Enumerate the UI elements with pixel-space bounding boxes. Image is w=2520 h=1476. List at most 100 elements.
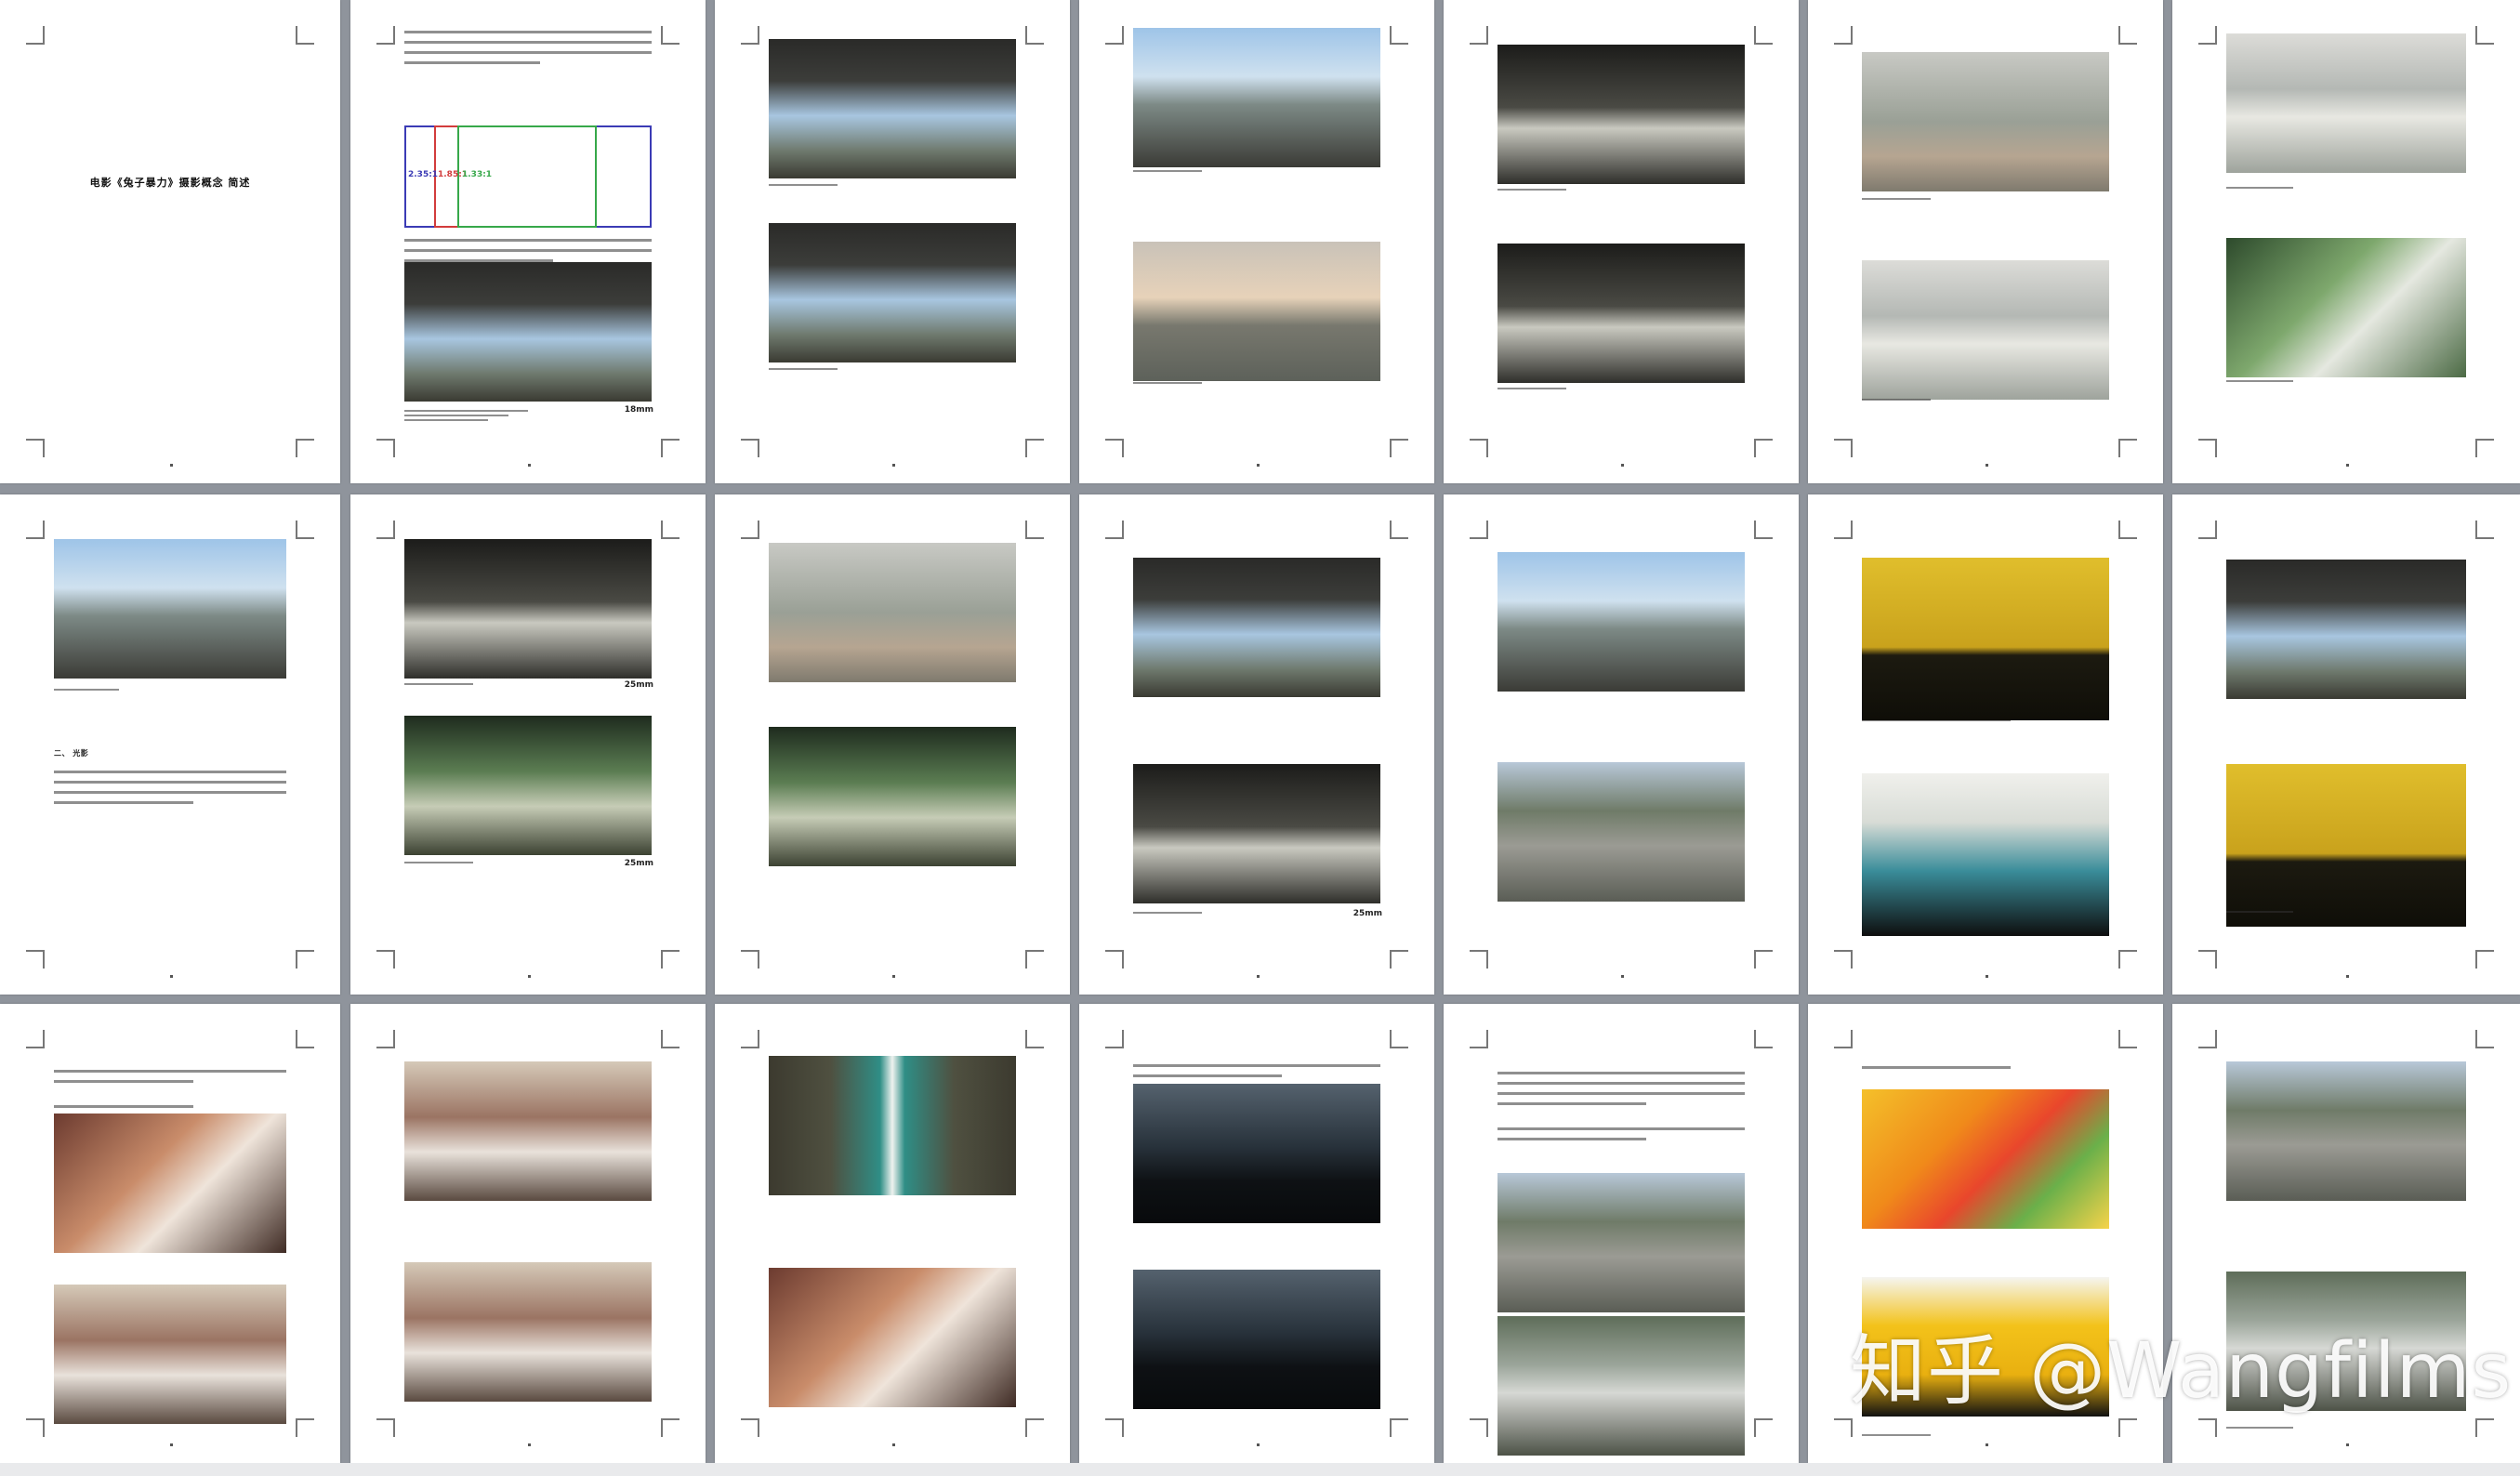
photo[interactable]: [769, 223, 1016, 362]
crop-mark: [2118, 1418, 2137, 1437]
photo[interactable]: [54, 1285, 286, 1424]
crop-mark: [661, 521, 679, 539]
document-page[interactable]: [2172, 494, 2520, 995]
document-page[interactable]: [1444, 1004, 1799, 1463]
crop-mark: [1025, 521, 1044, 539]
page-footer-dot: [1621, 975, 1624, 978]
photo[interactable]: [404, 1061, 652, 1201]
page-grid: 电影《兔子暴力》摄影概念 简述 2.35:1 1.85:1 1.33:1 18mm 二、 …: [0, 0, 2520, 1476]
document-page[interactable]: [715, 494, 1070, 995]
crop-mark: [376, 1030, 395, 1048]
photo[interactable]: [54, 539, 286, 679]
crop-mark: [1105, 1030, 1124, 1048]
photo-caption: [1133, 167, 1380, 175]
photo[interactable]: [769, 1056, 1016, 1195]
crop-mark: [296, 1418, 314, 1437]
crop-mark: [1025, 950, 1044, 969]
page-footer-dot: [1257, 464, 1260, 467]
photo[interactable]: [2226, 33, 2466, 173]
page-footer-dot: [528, 975, 531, 978]
photo[interactable]: [1133, 1270, 1380, 1409]
photo[interactable]: [769, 39, 1016, 178]
document-page[interactable]: [1444, 494, 1799, 995]
photo[interactable]: [2226, 1061, 2466, 1201]
crop-mark: [1390, 439, 1408, 457]
paragraph-block: [54, 1065, 286, 1090]
photo-caption: [1862, 396, 2109, 403]
photo[interactable]: [769, 727, 1016, 866]
photo[interactable]: [54, 1114, 286, 1253]
document-page[interactable]: 二、 光影: [0, 494, 340, 995]
crop-mark: [1470, 950, 1488, 969]
photo[interactable]: [1133, 28, 1380, 167]
crop-mark: [296, 1030, 314, 1048]
crop-mark: [2118, 26, 2137, 45]
photo[interactable]: [769, 1268, 1016, 1407]
document-page[interactable]: [715, 1004, 1070, 1463]
crop-mark: [296, 26, 314, 45]
photo[interactable]: [1862, 1089, 2109, 1229]
photo-caption: [404, 407, 652, 424]
photo[interactable]: [404, 1262, 652, 1402]
photo[interactable]: [1862, 773, 2109, 936]
photo-caption: [2226, 1424, 2466, 1431]
photo[interactable]: [2226, 560, 2466, 699]
photo[interactable]: [1133, 558, 1380, 697]
document-page[interactable]: [1808, 494, 2163, 995]
photo[interactable]: [404, 539, 652, 679]
crop-mark: [26, 439, 45, 457]
document-page[interactable]: [715, 0, 1070, 483]
document-page[interactable]: 2.35:1 1.85:1 1.33:1 18mm: [350, 0, 706, 483]
photo[interactable]: [404, 262, 652, 402]
document-page[interactable]: [0, 1004, 340, 1463]
page-footer-dot: [1986, 975, 1988, 978]
crop-mark: [26, 1030, 45, 1048]
photo[interactable]: [1497, 762, 1745, 902]
crop-mark: [1390, 1030, 1408, 1048]
photo[interactable]: [2226, 238, 2466, 377]
photo-caption: [2226, 377, 2466, 385]
lens-label: 25mm: [624, 859, 653, 868]
crop-mark: [2198, 521, 2217, 539]
document-page[interactable]: [1444, 0, 1799, 483]
crop-mark: [1834, 521, 1853, 539]
photo[interactable]: [1133, 242, 1380, 381]
page-footer-dot: [1986, 464, 1988, 467]
photo-caption: [404, 859, 652, 866]
photo[interactable]: [1497, 244, 1745, 383]
crop-mark: [1834, 950, 1853, 969]
crop-mark: [1470, 1418, 1488, 1437]
document-page[interactable]: [350, 1004, 706, 1463]
photo[interactable]: [1497, 1316, 1745, 1456]
page-footer-dot: [1621, 464, 1624, 467]
document-page[interactable]: [1079, 0, 1434, 483]
photo[interactable]: [1497, 1173, 1745, 1312]
page-footer-dot: [528, 464, 531, 467]
photo[interactable]: [1133, 764, 1380, 903]
paragraph-block: [404, 26, 652, 72]
photo[interactable]: [1862, 558, 2109, 720]
photo[interactable]: [1133, 1084, 1380, 1223]
aspect-ratio-diagram: 2.35:1 1.85:1 1.33:1: [404, 125, 652, 228]
document-page[interactable]: [1808, 0, 2163, 483]
photo-caption: [1133, 379, 1380, 387]
document-page[interactable]: 25mm 25mm: [350, 494, 706, 995]
document-page[interactable]: 电影《兔子暴力》摄影概念 简述: [0, 0, 340, 483]
document-page[interactable]: [1079, 1004, 1434, 1463]
photo[interactable]: [404, 716, 652, 855]
crop-mark: [1834, 439, 1853, 457]
photo[interactable]: [1862, 260, 2109, 400]
document-page[interactable]: 25mm: [1079, 494, 1434, 995]
photo-caption: [1497, 385, 1745, 392]
photo[interactable]: [1862, 52, 2109, 191]
photo[interactable]: [1497, 552, 1745, 692]
photo[interactable]: [2226, 764, 2466, 927]
crop-mark: [376, 1418, 395, 1437]
photo[interactable]: [769, 543, 1016, 682]
document-page[interactable]: [2172, 0, 2520, 483]
crop-mark: [1754, 1030, 1773, 1048]
bottom-strip: [0, 1463, 2520, 1476]
photo-caption: [769, 181, 1016, 189]
photo[interactable]: [1497, 45, 1745, 184]
crop-mark: [741, 950, 759, 969]
